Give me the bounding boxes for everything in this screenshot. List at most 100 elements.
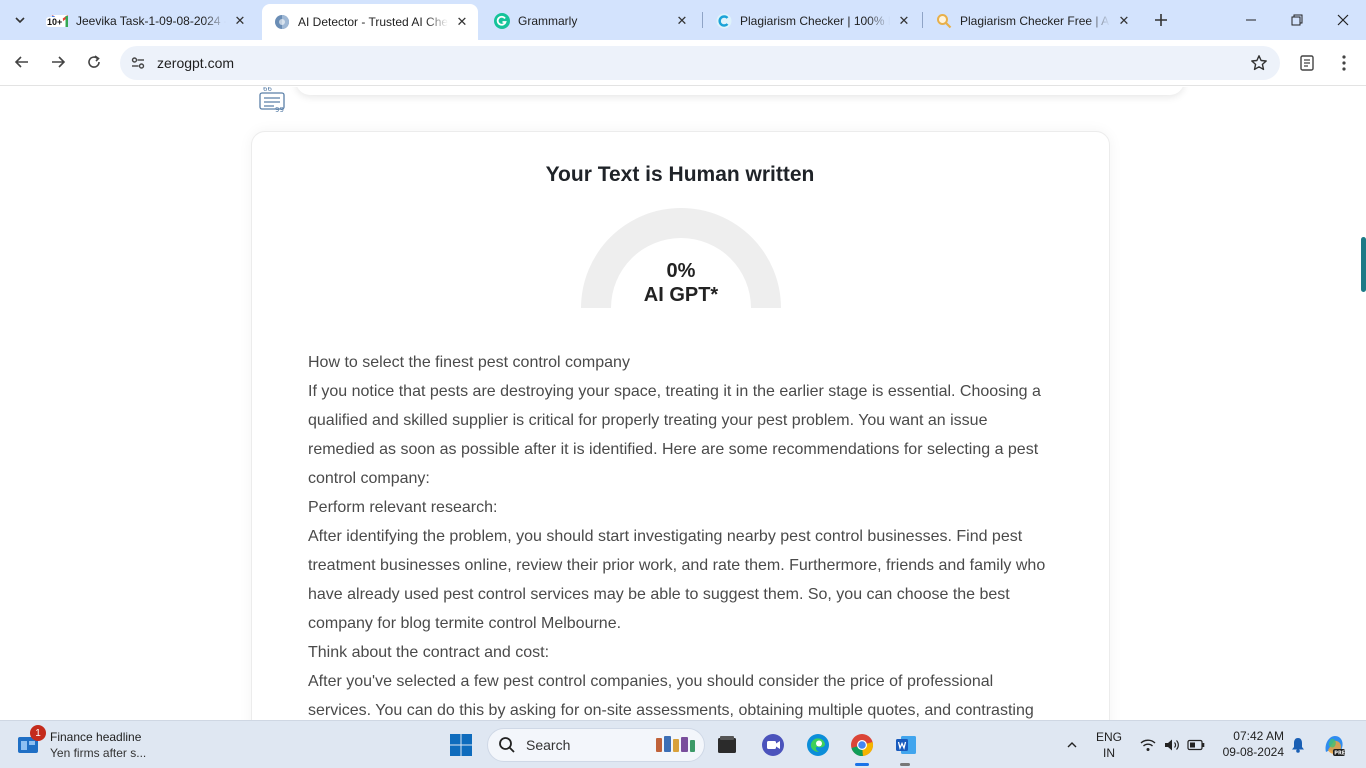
text-paragraph: How to select the finest pest control co… <box>308 354 630 371</box>
address-bar[interactable]: zerogpt.com <box>120 46 1280 80</box>
tab-plagiarism-free[interactable]: Plagiarism Checker Free | Ac ✕ <box>924 5 1140 36</box>
arrow-left-icon <box>14 56 28 68</box>
tab-gmail[interactable]: Jeevika Task-1-09-08-2024 - ✕ <box>40 5 256 36</box>
ai-percentage: 0% <box>666 260 696 282</box>
word-app-button[interactable] <box>892 731 920 759</box>
plus-icon <box>1155 14 1167 26</box>
tab-grammarly[interactable]: Grammarly ✕ <box>482 5 698 36</box>
text-paragraph: If you notice that pests are destroying … <box>308 383 1041 487</box>
kebab-menu-icon <box>1342 55 1346 71</box>
reload-button[interactable] <box>79 47 109 77</box>
tab-title: Jeevika Task-1-09-08-2024 - <box>76 13 226 28</box>
site-settings-icon[interactable] <box>130 55 146 71</box>
show-hidden-icons-button[interactable] <box>1062 721 1082 768</box>
speaker-icon <box>1165 739 1179 751</box>
battery-icon <box>1187 739 1205 751</box>
grammarly-icon <box>494 12 510 29</box>
search-magnifier-icon <box>936 13 952 29</box>
svg-text:99: 99 <box>275 106 284 113</box>
chrome-icon <box>851 734 874 757</box>
tab-search-button[interactable] <box>6 8 34 32</box>
close-icon[interactable]: ✕ <box>232 13 248 29</box>
tab-separator <box>702 12 703 28</box>
svg-text:66: 66 <box>263 87 272 93</box>
close-icon <box>1337 14 1349 26</box>
menu-button[interactable] <box>1334 53 1354 73</box>
reload-icon <box>88 55 100 68</box>
restore-icon <box>1291 14 1303 26</box>
widgets-icon: 1 <box>16 725 46 757</box>
clock-time: 07:42 AM <box>1233 729 1284 743</box>
start-button[interactable] <box>447 731 475 759</box>
task-view-button[interactable] <box>713 731 741 759</box>
copilot-button[interactable]: PRE <box>1318 721 1350 768</box>
new-tab-button[interactable] <box>1150 9 1172 31</box>
copyleaks-icon <box>716 13 732 29</box>
zerogpt-icon <box>274 14 290 30</box>
file-explorer-icon <box>718 736 736 753</box>
ai-gpt-label: AI GPT* <box>643 284 719 306</box>
page-scrollbar[interactable] <box>1361 237 1366 292</box>
mail-count-badge: 10+ <box>46 17 64 27</box>
chrome-active-indicator <box>855 763 869 766</box>
close-window-button[interactable] <box>1320 0 1366 40</box>
tab-separator <box>922 12 923 28</box>
battery-status[interactable] <box>1186 721 1206 768</box>
notification-count-badge: 1 <box>30 725 46 741</box>
svg-text:PRE: PRE <box>1334 751 1346 757</box>
text-paragraph: Perform relevant research: <box>308 499 498 516</box>
tab-copyleaks[interactable]: Plagiarism Checker | 100% F ✕ <box>704 5 920 36</box>
text-paragraph: After identifying the problem, you shoul… <box>308 528 1046 632</box>
edge-icon <box>807 734 829 756</box>
minimize-button[interactable] <box>1228 0 1274 40</box>
language-line-1: ENG <box>1095 730 1122 744</box>
word-open-indicator <box>900 763 910 766</box>
quote-document-icon: 66 99 <box>259 87 285 113</box>
gauge-label: 0% AI GPT* <box>580 259 782 307</box>
analyzed-text: How to select the finest pest control co… <box>308 348 1053 720</box>
tab-title: AI Detector - Trusted AI Che <box>298 15 448 29</box>
text-paragraph: Think about the contract and cost: <box>308 644 550 661</box>
close-icon[interactable]: ✕ <box>674 13 690 29</box>
text-input-card <box>296 87 1184 95</box>
wifi-status[interactable] <box>1138 721 1158 768</box>
forward-button[interactable] <box>43 47 73 77</box>
url-text: zerogpt.com <box>157 55 235 71</box>
wifi-icon <box>1140 739 1156 751</box>
reading-list-icon <box>1300 55 1314 71</box>
video-chat-icon <box>762 734 784 756</box>
tab-title: Plagiarism Checker | 100% F <box>740 13 890 28</box>
restore-button[interactable] <box>1274 0 1320 40</box>
tab-title: Grammarly <box>518 13 578 28</box>
bookmark-star-icon[interactable] <box>1250 54 1268 72</box>
browser-toolbar: zerogpt.com <box>0 40 1366 86</box>
page-content: 66 99 Your Text is Human written 0% AI G… <box>0 87 1366 720</box>
close-icon[interactable]: ✕ <box>1116 13 1132 29</box>
taskbar-search[interactable]: Search <box>487 728 705 762</box>
windows-taskbar: 1 Finance headline Yen firms after s... … <box>0 720 1366 768</box>
system-clock[interactable]: 07:42 AM 09-08-2024 <box>1214 728 1284 760</box>
chrome-browser-button[interactable] <box>848 731 876 759</box>
extensions-button[interactable] <box>1297 53 1317 73</box>
language-line-2: IN <box>1103 746 1115 760</box>
arrow-right-icon <box>52 56 66 68</box>
bell-icon <box>1292 738 1304 753</box>
text-paragraph: After you've selected a few pest control… <box>308 673 1034 719</box>
close-icon[interactable]: ✕ <box>454 14 470 30</box>
copilot-icon: PRE <box>1325 736 1346 757</box>
windows-logo-icon <box>450 734 472 756</box>
notifications-button[interactable] <box>1289 721 1307 768</box>
widget-title: Finance headline <box>50 730 142 744</box>
close-icon[interactable]: ✕ <box>896 13 912 29</box>
edge-browser-button[interactable] <box>804 731 832 759</box>
tab-title: Plagiarism Checker Free | Ac <box>960 13 1110 28</box>
volume-status[interactable] <box>1162 721 1182 768</box>
chevron-down-icon <box>15 17 25 24</box>
tab-zerogpt[interactable]: AI Detector - Trusted AI Che ✕ <box>262 4 478 40</box>
meet-app-button[interactable] <box>759 731 787 759</box>
chevron-up-icon <box>1067 742 1077 748</box>
widget-subtitle: Yen firms after s... <box>50 746 147 760</box>
back-button[interactable] <box>7 47 37 77</box>
language-indicator[interactable]: ENG IN <box>1092 721 1126 768</box>
news-widget[interactable]: 1 Finance headline Yen firms after s... <box>16 725 176 763</box>
